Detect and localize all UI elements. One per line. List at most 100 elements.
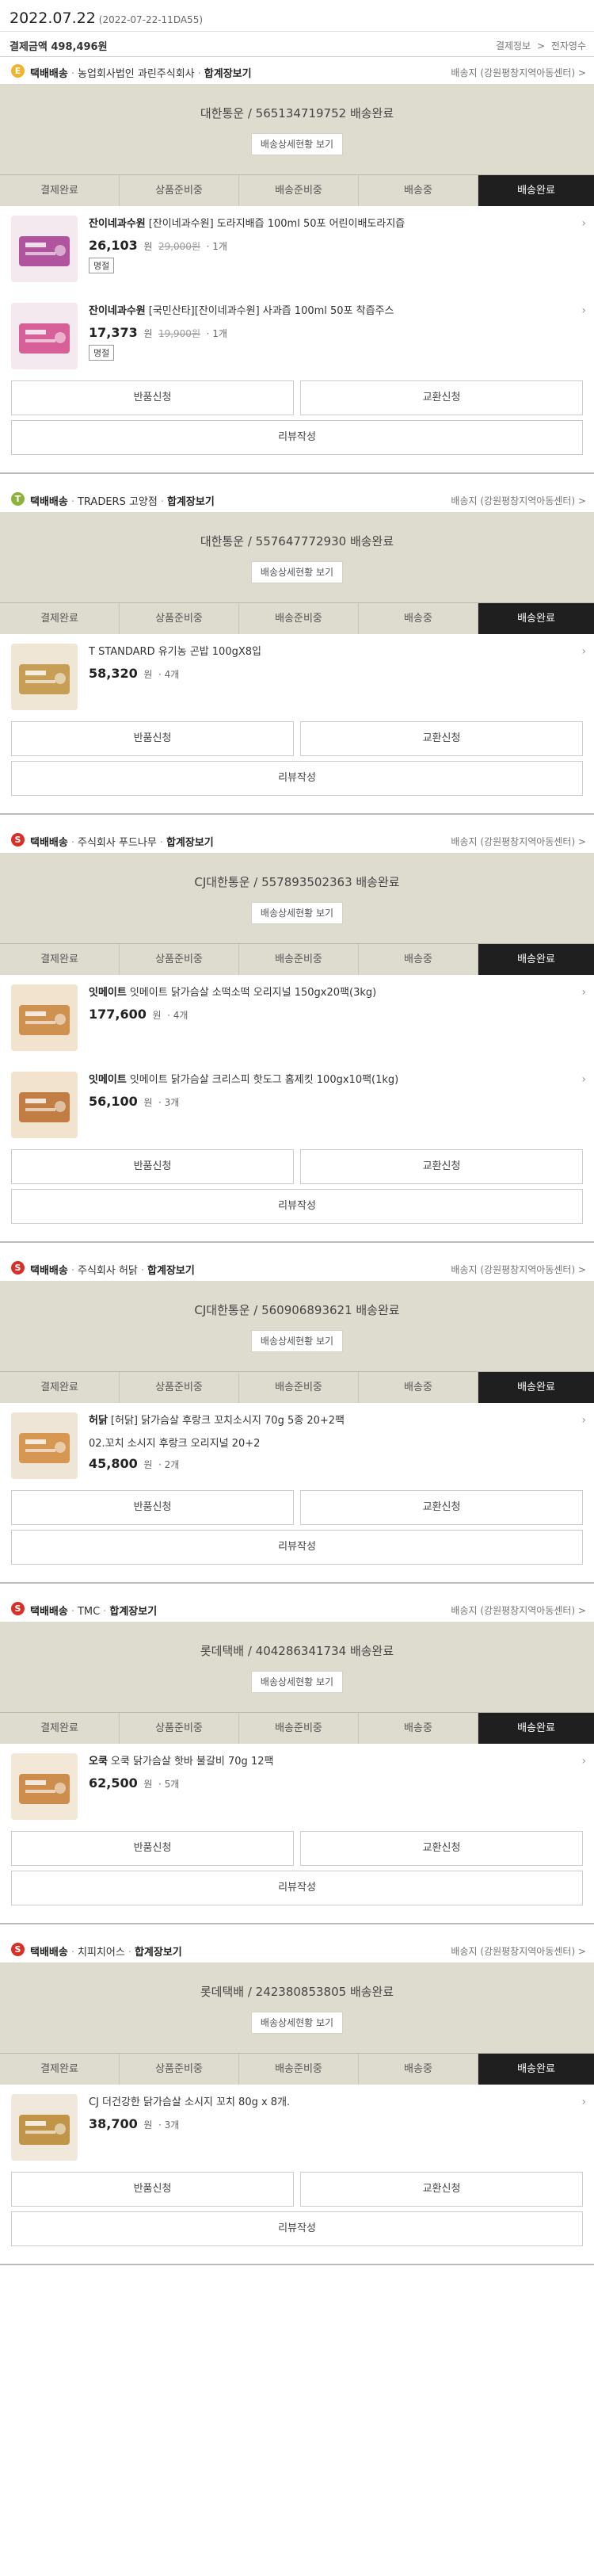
tracking-detail-button[interactable]: 배송상세현황 보기 <box>251 902 343 924</box>
exchange-request-button[interactable]: 교환신청 <box>300 721 583 756</box>
return-request-button[interactable]: 반품신청 <box>11 1831 294 1866</box>
price-unit: 원 <box>152 1010 162 1021</box>
bundle-link[interactable]: 합계장보기 <box>167 496 215 508</box>
item-name: CJ 더건강한 닭가슴살 소시지 꼬치 80g x 8개. <box>89 2096 291 2108</box>
delivery-step: 상품준비중 <box>120 603 239 634</box>
dot-separator: · <box>70 837 74 849</box>
bundle-link[interactable]: 합계장보기 <box>204 68 252 80</box>
seller-name: 주식회사 푸드나무 <box>77 837 157 849</box>
product-thumbnail[interactable] <box>11 1753 78 1820</box>
write-review-button[interactable]: 리뷰작성 <box>11 761 583 796</box>
item-price: 26,103 원 29,000원 · 1개 <box>89 238 583 253</box>
exchange-request-button[interactable]: 교환신청 <box>300 1831 583 1866</box>
delivery-step: 결제완료 <box>0 1372 120 1403</box>
destination-link[interactable]: 배송지 (강원평창지역아동센터) > <box>451 1263 586 1276</box>
destination-link[interactable]: 배송지 (강원평창지역아동센터) > <box>451 1944 586 1958</box>
shipment-info: 택배배송 · 치피치어스 · 합계장보기 <box>30 1943 182 1959</box>
dot-separator: · <box>70 1606 74 1618</box>
price-unit: 원 <box>143 241 153 252</box>
delivery-step: 배송준비중 <box>239 1713 359 1744</box>
destination-link[interactable]: 배송지 (강원평창지역아동센터) > <box>451 494 586 507</box>
order-item[interactable]: 허닭 [허닭] 닭가슴살 후랑크 꼬치소시지 70g 5종 20+2팩 02.꼬치… <box>0 1403 594 1490</box>
item-title[interactable]: CJ 더건강한 닭가슴살 소시지 꼬치 80g x 8개. <box>89 2096 583 2110</box>
write-review-button[interactable]: 리뷰작성 <box>11 2211 583 2246</box>
item-title[interactable]: 잇메이트 잇메이트 닭가슴살 소떡소떡 오리지널 150gx20팩(3kg) <box>89 986 583 1000</box>
order-item[interactable]: 잇메이트 잇메이트 닭가슴살 소떡소떡 오리지널 150gx20팩(3kg) 17… <box>0 975 594 1062</box>
tracking-detail-button[interactable]: 배송상세현황 보기 <box>251 561 343 583</box>
product-thumbnail[interactable] <box>11 1072 78 1138</box>
product-thumbnail[interactable] <box>11 644 78 710</box>
seller-name: TRADERS 고양점 <box>77 496 158 508</box>
product-thumbnail[interactable] <box>11 216 78 282</box>
item-actions: 반품신청 교환신청 리뷰작성 <box>0 1149 594 1224</box>
shipment-info: 택배배송 · 농업회사법인 과린주식회사 · 합계장보기 <box>30 65 252 80</box>
order-item[interactable]: CJ 더건강한 닭가슴살 소시지 꼬치 80g x 8개. 38,700 원 ·… <box>0 2085 594 2172</box>
carrier-tracking-text: CJ대한통운 / 560906893621 배송완료 <box>194 1303 400 1317</box>
shipping-method: 택배배송 <box>30 496 68 508</box>
bundle-link[interactable]: 합계장보기 <box>109 1606 157 1618</box>
order-header: 2022.07.22 (2022-07-22-11DA55) 결제금액 498,4… <box>0 0 594 57</box>
product-thumbnail[interactable] <box>11 984 78 1051</box>
item-actions: 반품신청 교환신청 리뷰작성 <box>0 1831 594 1905</box>
payment-bar: 결제금액 498,496원 결제정보 > 전자영수 <box>0 32 594 57</box>
return-request-button[interactable]: 반품신청 <box>11 1149 294 1184</box>
payment-info-link[interactable]: 결제정보 <box>496 40 531 52</box>
item-name: [허닭] 닭가슴살 후랑크 꼬치소시지 70g 5종 20+2팩 <box>110 1415 345 1427</box>
item-details: 오쿡 오쿡 닭가슴살 핫바 불갈비 70g 12팩 62,500 원 · 5개 <box>89 1755 583 1791</box>
bundle-link[interactable]: 합계장보기 <box>166 837 214 849</box>
delivery-step: 배송중 <box>359 175 478 206</box>
order-item[interactable]: 잔이네과수원 [국민산타][잔이네과수원] 사과즙 100ml 50포 착즙주스 … <box>0 293 594 380</box>
product-thumbnail[interactable] <box>11 2094 78 2161</box>
write-review-button[interactable]: 리뷰작성 <box>11 1871 583 1905</box>
destination-link[interactable]: 배송지 (강원평창지역아동센터) > <box>451 1603 586 1617</box>
action-row: 반품신청 교환신청 <box>11 721 583 756</box>
tracking-detail-button[interactable]: 배송상세현황 보기 <box>251 133 343 155</box>
receipt-link[interactable]: 전자영수 <box>551 40 586 52</box>
item-title[interactable]: 오쿡 오쿡 닭가슴살 핫바 불갈비 70g 12팩 <box>89 1755 583 1769</box>
order-date-bar: 2022.07.22 (2022-07-22-11DA55) <box>0 0 594 32</box>
tracking-detail-button[interactable]: 배송상세현황 보기 <box>251 2012 343 2034</box>
item-option: 02.꼬치 소시지 후랑크 오리지널 20+2 <box>89 1438 261 1450</box>
tracking-detail-button[interactable]: 배송상세현황 보기 <box>251 1330 343 1352</box>
exchange-request-button[interactable]: 교환신청 <box>300 2172 583 2207</box>
return-request-button[interactable]: 반품신청 <box>11 721 294 756</box>
dot-separator: · <box>128 1947 131 1959</box>
bundle-link[interactable]: 합계장보기 <box>135 1947 182 1959</box>
product-thumbnail[interactable] <box>11 303 78 369</box>
return-request-button[interactable]: 반품신청 <box>11 2172 294 2207</box>
destination-link[interactable]: 배송지 (강원평창지역아동센터) > <box>451 835 586 848</box>
item-title[interactable]: 허닭 [허닭] 닭가슴살 후랑크 꼬치소시지 70g 5종 20+2팩 <box>89 1414 583 1428</box>
shipment-list: E 택배배송 · 농업회사법인 과린주식회사 · 합계장보기 배송지 (강원평창지역아동… <box>0 57 594 2276</box>
exchange-request-button[interactable]: 교환신청 <box>300 380 583 415</box>
exchange-request-button[interactable]: 교환신청 <box>300 1149 583 1184</box>
item-title[interactable]: T STANDARD 유기농 곤밥 100gX8입 <box>89 645 583 659</box>
item-quantity: · 4개 <box>167 1010 188 1021</box>
delivery-step: 상품준비중 <box>120 944 239 975</box>
item-actions: 반품신청 교환신청 리뷰작성 <box>0 2172 594 2246</box>
payment-label: 결제금액 <box>10 41 48 53</box>
destination-link[interactable]: 배송지 (강원평창지역아동센터) > <box>451 66 586 79</box>
item-title[interactable]: 잇메이트 잇메이트 닭가슴살 크리스피 핫도그 홈제킷 100gx10팩(1kg) <box>89 1073 583 1087</box>
bundle-link[interactable]: 합계장보기 <box>147 1265 195 1277</box>
chevron-right-icon: › <box>581 217 586 230</box>
write-review-button[interactable]: 리뷰작성 <box>11 1530 583 1565</box>
delivery-step: 배송준비중 <box>239 603 359 634</box>
exchange-request-button[interactable]: 교환신청 <box>300 1490 583 1525</box>
write-review-button[interactable]: 리뷰작성 <box>11 420 583 455</box>
product-thumbnail[interactable] <box>11 1412 78 1479</box>
shipment-info: 택배배송 · 주식회사 푸드나무 · 합계장보기 <box>30 834 214 849</box>
action-row: 반품신청 교환신청 <box>11 1149 583 1184</box>
write-review-button[interactable]: 리뷰작성 <box>11 1189 583 1224</box>
return-request-button[interactable]: 반품신청 <box>11 1490 294 1525</box>
order-item[interactable]: 잔이네과수원 [잔이네과수원] 도라지배즙 100ml 50포 어린이배도라지즙 … <box>0 206 594 293</box>
shipment-info: 택배배송 · TRADERS 고양점 · 합계장보기 <box>30 493 215 508</box>
price-unit: 원 <box>143 1779 153 1790</box>
item-title[interactable]: 잔이네과수원 [국민산타][잔이네과수원] 사과즙 100ml 50포 착즙주스 <box>89 304 583 319</box>
order-item[interactable]: T STANDARD 유기농 곤밥 100gX8입 58,320 원 · 4개 … <box>0 634 594 721</box>
order-item[interactable]: 오쿡 오쿡 닭가슴살 핫바 불갈비 70g 12팩 62,500 원 · 5개 › <box>0 1744 594 1831</box>
return-request-button[interactable]: 반품신청 <box>11 380 294 415</box>
tracking-detail-button[interactable]: 배송상세현황 보기 <box>251 1671 343 1693</box>
item-title[interactable]: 잔이네과수원 [잔이네과수원] 도라지배즙 100ml 50포 어린이배도라지즙 <box>89 217 583 231</box>
order-item[interactable]: 잇메이트 잇메이트 닭가슴살 크리스피 핫도그 홈제킷 100gx10팩(1kg)… <box>0 1062 594 1149</box>
